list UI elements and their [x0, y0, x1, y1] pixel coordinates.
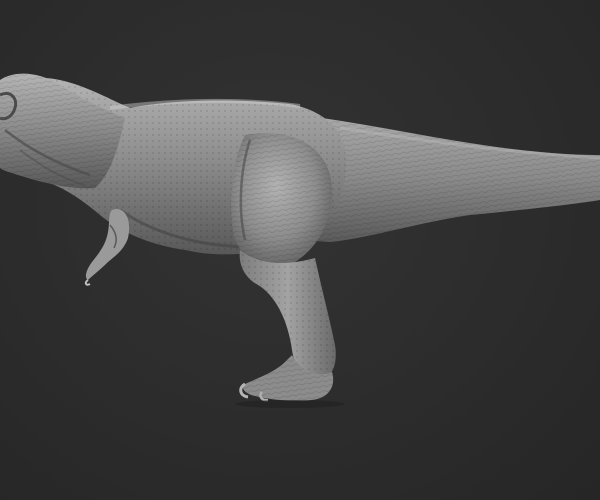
- tail: [300, 115, 600, 242]
- head: [0, 73, 125, 189]
- 3d-viewport[interactable]: [0, 0, 600, 500]
- t-rex-sculpt: [0, 73, 600, 408]
- thigh: [231, 133, 333, 266]
